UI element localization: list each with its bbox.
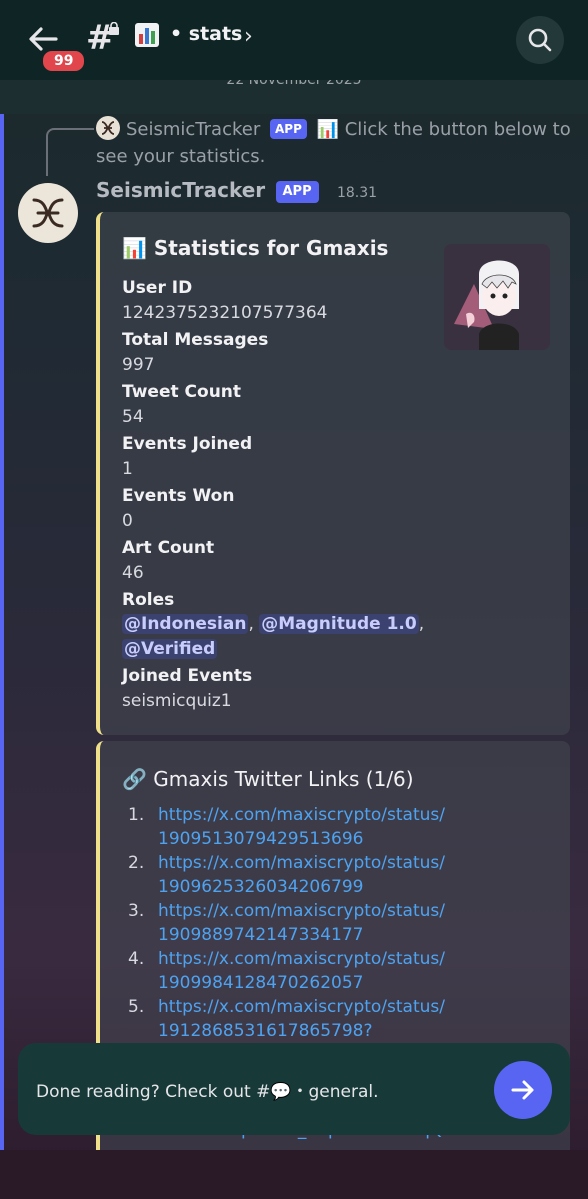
twitter-link[interactable]: https://x.com/maxiscrypto/status/1909625… xyxy=(158,851,445,899)
field-events-joined: Events Joined 1 xyxy=(122,432,542,482)
date-divider: 22 November 2025 xyxy=(0,72,588,114)
field-tweet-count: Tweet Count 54 xyxy=(122,380,542,430)
reply-preview[interactable]: SeismicTracker APP 📊 Click the button be… xyxy=(96,116,576,170)
link-line: https://x.com/maxiscrypto/status/ xyxy=(158,901,445,921)
highlight-bar xyxy=(0,114,4,1150)
app-tag: APP xyxy=(275,181,319,203)
reply-avatar xyxy=(96,116,120,140)
twitter-link[interactable]: https://x.com/maxiscrypto/status/1909513… xyxy=(158,803,445,851)
field-label: Art Count xyxy=(122,538,215,558)
reply-author: SeismicTracker xyxy=(126,119,261,140)
field-value: seismicquiz1 xyxy=(122,691,232,711)
channel-header: 99 # • stats › xyxy=(0,0,588,80)
role-mention[interactable]: @Magnitude 1.0 xyxy=(259,614,419,634)
link-line: https://x.com/maxiscrypto/status/ xyxy=(158,853,445,873)
link-line: 1912868531617865798? xyxy=(158,1021,373,1041)
reply-connector xyxy=(46,128,94,176)
field-label: Events Joined xyxy=(122,434,253,454)
search-icon xyxy=(528,28,552,52)
field-joined-events: Joined Events seismicquiz1 xyxy=(122,664,542,714)
field-value: 54 xyxy=(122,407,144,427)
reply-app-tag: APP xyxy=(269,119,307,139)
stats-embed-title: 📊 Statistics for Gmaxis xyxy=(122,236,389,260)
list-item: 3. https://x.com/maxiscrypto/status/1909… xyxy=(128,899,548,947)
field-label: Tweet Count xyxy=(122,382,242,402)
field-user-id: User ID 1242375232107577364 xyxy=(122,276,542,326)
stats-embed: 📊 Statistics for Gmaxis User ID 12423752… xyxy=(96,212,570,735)
field-events-won: Events Won 0 xyxy=(122,484,542,534)
done-reading-banner[interactable]: Done reading? Check out #💬・general. xyxy=(18,1043,570,1135)
lock-icon xyxy=(108,21,120,38)
field-value: 46 xyxy=(122,563,144,583)
field-value: 0 xyxy=(122,511,133,531)
chevron-right-icon[interactable]: › xyxy=(244,24,253,49)
field-label: Total Messages xyxy=(122,330,269,350)
channel-name[interactable]: • stats xyxy=(170,23,242,45)
link-line: 1909889742147334177 xyxy=(158,925,364,945)
field-value: 1 xyxy=(122,459,133,479)
links-list: 1. https://x.com/maxiscrypto/status/1909… xyxy=(128,803,548,1043)
field-value: 1242375232107577364 xyxy=(122,303,328,323)
link-line: 1909984128470262057 xyxy=(158,973,364,993)
field-label: Events Won xyxy=(122,486,235,506)
link-line: 1909625326034206799 xyxy=(158,877,364,897)
search-button[interactable] xyxy=(516,16,564,64)
field-value: 997 xyxy=(122,355,155,375)
message-header: SeismicTracker APP 18.31 xyxy=(96,178,377,203)
author-name[interactable]: SeismicTracker xyxy=(96,178,265,202)
link-line: https://x.com/maxiscrypto/status/ xyxy=(158,805,445,825)
field-roles: Roles @Indonesian, @Magnitude 1.0, @Veri… xyxy=(122,588,542,662)
bottom-bar xyxy=(0,1150,588,1199)
role-mention[interactable]: @Indonesian xyxy=(122,614,249,634)
list-number: 2. xyxy=(128,853,145,873)
twitter-link[interactable]: https://x.com/maxiscrypto/status/1912868… xyxy=(158,995,445,1043)
twitter-link[interactable]: https://x.com/maxiscrypto/status/1909889… xyxy=(158,899,445,947)
field-label: Joined Events xyxy=(122,666,253,686)
twitter-link[interactable]: https://x.com/maxiscrypto/status/1909984… xyxy=(158,947,445,995)
timestamp: 18.31 xyxy=(336,185,378,201)
list-item: 1. https://x.com/maxiscrypto/status/1909… xyxy=(128,803,548,851)
roles-list: @Indonesian, @Magnitude 1.0, @Verified xyxy=(122,614,425,659)
list-item: 5. https://x.com/maxiscrypto/status/1912… xyxy=(128,995,548,1043)
arrow-right-icon xyxy=(511,1080,534,1100)
list-number: 1. xyxy=(128,805,145,825)
list-item: 2. https://x.com/maxiscrypto/status/1909… xyxy=(128,851,548,899)
avatar[interactable] xyxy=(18,183,78,243)
link-line: 1909513079429513696 xyxy=(158,829,364,849)
list-number: 5. xyxy=(128,997,145,1017)
link-line: https://x.com/maxiscrypto/status/ xyxy=(158,949,445,969)
field-total-messages: Total Messages 997 xyxy=(122,328,542,378)
stats-fields: User ID 1242375232107577364 Total Messag… xyxy=(122,274,542,715)
field-art-count: Art Count 46 xyxy=(122,536,542,586)
link-line: https://x.com/maxiscrypto/status/ xyxy=(158,997,445,1017)
field-label: User ID xyxy=(122,278,193,298)
field-label: Roles xyxy=(122,590,175,610)
role-mention[interactable]: @Verified xyxy=(122,639,218,659)
list-number: 3. xyxy=(128,901,145,921)
list-item: 4. https://x.com/maxiscrypto/status/1909… xyxy=(128,947,548,995)
links-embed-title: 🔗 Gmaxis Twitter Links (1/6) xyxy=(122,767,414,791)
bar-chart-icon xyxy=(134,22,160,52)
list-number: 4. xyxy=(128,949,145,969)
banner-text: Done reading? Check out #💬・general. xyxy=(36,1082,379,1102)
go-to-channel-button[interactable] xyxy=(494,1061,552,1119)
unread-badge: 99 xyxy=(40,48,88,74)
